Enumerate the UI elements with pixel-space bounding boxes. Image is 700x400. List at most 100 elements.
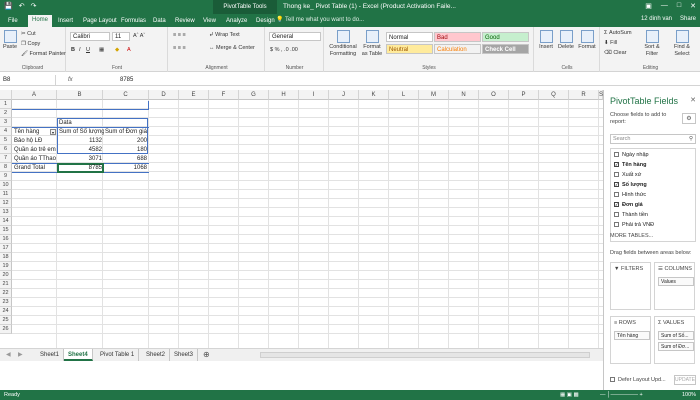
values-chip[interactable]: Sum of Đơ... [658, 342, 694, 351]
row-header[interactable]: 7 [0, 154, 12, 163]
zoom-level[interactable]: 100% [682, 390, 696, 400]
field-item[interactable]: ✓ Tên hàng [614, 161, 646, 170]
column-header[interactable]: F [209, 90, 239, 100]
pivot-row-price[interactable]: 180 [104, 146, 148, 155]
row-header[interactable]: 1 [0, 100, 12, 109]
add-sheet-icon[interactable]: ⊕ [199, 349, 214, 361]
share-button[interactable]: Share [680, 16, 696, 22]
tab-home[interactable]: Home [28, 15, 53, 27]
italic-icon[interactable]: I [79, 47, 81, 53]
minimize-icon[interactable]: — [661, 2, 668, 10]
close-icon[interactable]: ✕ [690, 2, 696, 10]
column-header[interactable]: K [359, 90, 389, 100]
column-header[interactable]: C [103, 90, 149, 100]
field-item[interactable]: Phải trả VNĐ [614, 221, 654, 230]
tab-page-layout[interactable]: Page Layout [79, 16, 121, 27]
fill-color-icon[interactable]: ◆ [115, 47, 119, 53]
pivot-data-label[interactable]: Data [58, 119, 104, 128]
tab-formulas[interactable]: Formulas [117, 16, 150, 27]
row-header[interactable]: 12 [0, 199, 12, 208]
column-header[interactable]: L [389, 90, 419, 100]
row-header[interactable]: 15 [0, 226, 12, 235]
close-pane-icon[interactable]: ✕ [690, 96, 696, 104]
tab-insert[interactable]: Insert [54, 16, 77, 27]
spreadsheet-grid[interactable]: ABCDEFGHIJKLMNOPQRS 1 2 3 4 5 6 7 8 9 10 11 12 13 14 1… [0, 90, 603, 348]
row-header[interactable]: 2 [0, 109, 12, 118]
field-item[interactable]: Ngày nhập [614, 151, 649, 160]
borders-icon[interactable]: ▦ [99, 47, 104, 53]
view-mode-icons[interactable]: ▦ ▣ ▩ [560, 390, 579, 400]
style-neutral[interactable]: Neutral [386, 44, 433, 54]
filter-dropdown-icon[interactable]: ▾ [50, 129, 56, 135]
tab-data[interactable]: Data [149, 16, 170, 27]
row-header[interactable]: 22 [0, 289, 12, 298]
pivot-row-name[interactable]: Bảo hộ LĐ [13, 137, 57, 146]
cut-button[interactable]: ✂ Cut [21, 31, 36, 37]
row-header[interactable]: 26 [0, 325, 12, 334]
column-header[interactable]: P [509, 90, 539, 100]
pivot-row-price[interactable]: 200 [104, 137, 148, 146]
grand-total-label[interactable]: Grand Total [13, 164, 57, 173]
column-header[interactable]: O [479, 90, 509, 100]
conditional-formatting-button[interactable]: Conditional Formatting [327, 30, 359, 58]
bold-icon[interactable]: B [71, 47, 75, 53]
gear-icon[interactable]: ⚙ [682, 113, 696, 124]
row-header[interactable]: 13 [0, 208, 12, 217]
values-chip[interactable]: Sum of Số... [658, 331, 694, 340]
more-tables-link[interactable]: MORE TABLES... [610, 233, 653, 239]
column-header[interactable]: M [419, 90, 449, 100]
tab-review[interactable]: Review [171, 16, 199, 27]
checkbox[interactable] [614, 222, 619, 228]
pivot-row-qty[interactable]: 4582 [58, 146, 103, 155]
column-header[interactable]: D [149, 90, 179, 100]
sort-filter-button[interactable]: Sort & Filter [638, 30, 666, 58]
format-as-table-button[interactable]: Format as Table [360, 30, 384, 58]
formula-input[interactable]: 8785 [120, 75, 133, 85]
row-header[interactable]: 5 [0, 136, 12, 145]
format-painter-button[interactable]: 🖌 Format Painter [21, 51, 66, 57]
tab-view[interactable]: View [199, 16, 220, 27]
tab-design[interactable]: Design [252, 16, 279, 27]
column-header[interactable]: I [299, 90, 329, 100]
column-header[interactable]: B [57, 90, 103, 100]
checkbox-checked[interactable]: ✓ [614, 182, 619, 188]
column-header[interactable]: H [269, 90, 299, 100]
paste-button[interactable]: Paste [2, 30, 18, 51]
zoom-slider[interactable]: — │————— + [600, 390, 643, 400]
sheet-tab[interactable]: Sheet1 [36, 349, 65, 361]
checkbox[interactable] [614, 172, 619, 178]
row-header[interactable]: 3 [0, 118, 12, 127]
column-header[interactable]: A [12, 90, 57, 100]
row-header[interactable]: 17 [0, 244, 12, 253]
field-item[interactable]: ✓ Số lượng [614, 181, 647, 190]
autosum-button[interactable]: Σ AutoSum [604, 30, 632, 36]
column-header[interactable]: E [179, 90, 209, 100]
sheet-tab[interactable]: Sheet2 [142, 349, 171, 361]
wrap-text-button[interactable]: ↲ Wrap Text [209, 32, 240, 38]
redo-icon[interactable]: ↷ [31, 2, 37, 10]
column-header[interactable]: Q [539, 90, 569, 100]
font-color-icon[interactable]: A [127, 47, 131, 53]
row-header[interactable]: 11 [0, 190, 12, 199]
grow-font-icon[interactable]: Aˆ Aˇ [133, 33, 145, 39]
row-header[interactable]: 23 [0, 298, 12, 307]
rows-field-chip[interactable]: Tên hàng [614, 331, 650, 340]
column-header[interactable]: J [329, 90, 359, 100]
copy-button[interactable]: ❐ Copy [21, 41, 40, 47]
row-header[interactable]: 19 [0, 262, 12, 271]
update-button[interactable]: UPDATE [674, 375, 696, 385]
pivot-col2-header[interactable]: Sum of Đơn giá [104, 128, 150, 137]
horizontal-scrollbar[interactable] [260, 352, 590, 358]
defer-layout-checkbox[interactable]: Defer Layout Upd... [610, 377, 666, 383]
style-good[interactable]: Good [482, 32, 529, 42]
row-header[interactable]: 20 [0, 271, 12, 280]
field-item[interactable]: ✓ Đơn giá [614, 201, 643, 210]
pivot-row-qty[interactable]: 1132 [58, 137, 103, 146]
row-header[interactable]: 25 [0, 316, 12, 325]
find-select-button[interactable]: Find & Select [667, 30, 697, 58]
grand-total-qty[interactable]: 8785 [58, 164, 103, 173]
checkbox[interactable] [614, 152, 619, 158]
delete-button[interactable]: Delete [557, 30, 575, 51]
style-normal[interactable]: Normal [386, 32, 433, 42]
field-search-input[interactable]: Search ⚲ [610, 134, 696, 144]
